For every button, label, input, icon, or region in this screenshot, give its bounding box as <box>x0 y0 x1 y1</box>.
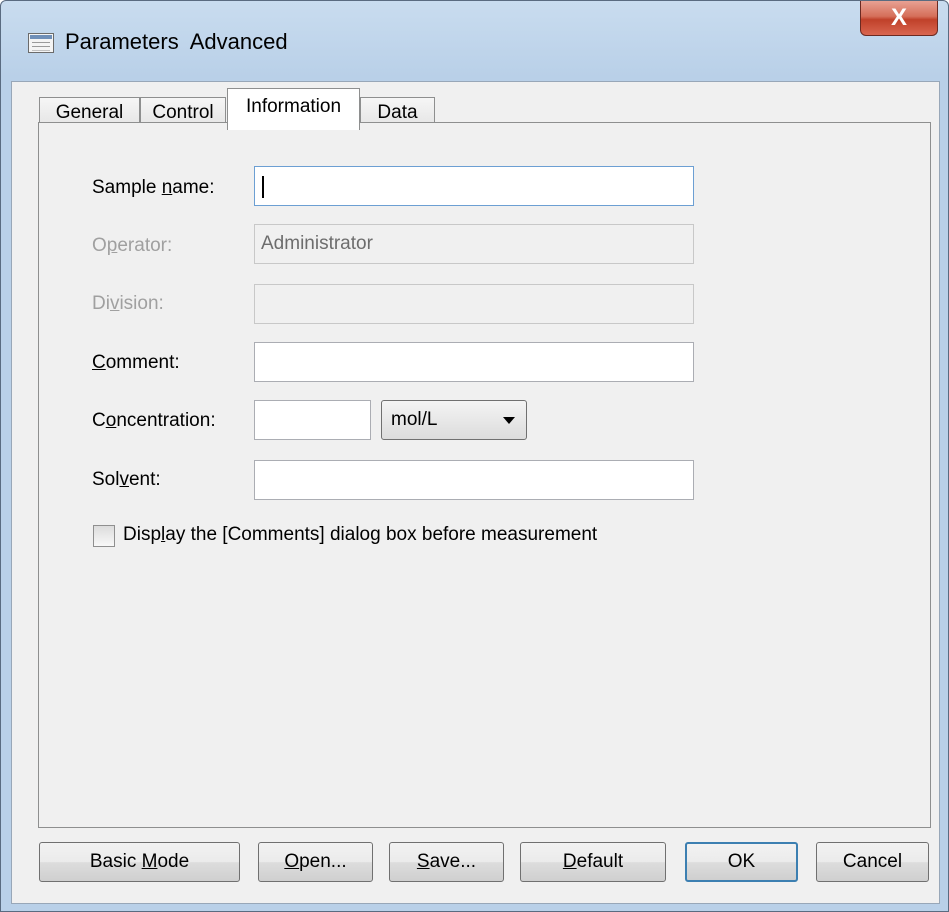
concentration-input[interactable] <box>254 400 371 440</box>
cancel-button[interactable]: Cancel <box>816 842 929 882</box>
basic-mode-button[interactable]: Basic Mode <box>39 842 240 882</box>
sample-name-label: Sample name: <box>92 177 215 198</box>
close-button[interactable]: X <box>860 1 938 36</box>
operator-input: Administrator <box>254 224 694 264</box>
sample-name-input[interactable] <box>254 166 694 206</box>
concentration-unit-value: mol/L <box>391 409 438 430</box>
window-title: Parameters Advanced <box>65 29 288 54</box>
comment-label: Comment: <box>92 352 180 373</box>
dialog-client-area: General Control Information Data Sample … <box>11 81 940 904</box>
dropdown-arrow-icon <box>503 417 515 424</box>
operator-label: Operator: <box>92 235 173 256</box>
window-icon <box>28 33 54 53</box>
ok-button[interactable]: OK <box>685 842 798 882</box>
title-bar[interactable]: Parameters Advanced X <box>1 1 948 81</box>
concentration-label: Concentration: <box>92 410 216 431</box>
solvent-input[interactable] <box>254 460 694 500</box>
concentration-unit-select[interactable]: mol/L <box>381 400 527 440</box>
dialog-window: Parameters Advanced X General Control In… <box>0 0 949 912</box>
text-caret <box>262 176 264 198</box>
comments-dialog-checkbox-label[interactable]: Display the [Comments] dialog box before… <box>123 524 597 546</box>
division-input <box>254 284 694 324</box>
save-button[interactable]: Save... <box>389 842 504 882</box>
default-button[interactable]: Default <box>520 842 666 882</box>
comment-input[interactable] <box>254 342 694 382</box>
division-label: Division: <box>92 293 164 314</box>
tab-information[interactable]: Information <box>227 88 360 130</box>
solvent-label: Solvent: <box>92 469 161 490</box>
open-button[interactable]: Open... <box>258 842 373 882</box>
comments-dialog-checkbox[interactable] <box>93 525 115 547</box>
